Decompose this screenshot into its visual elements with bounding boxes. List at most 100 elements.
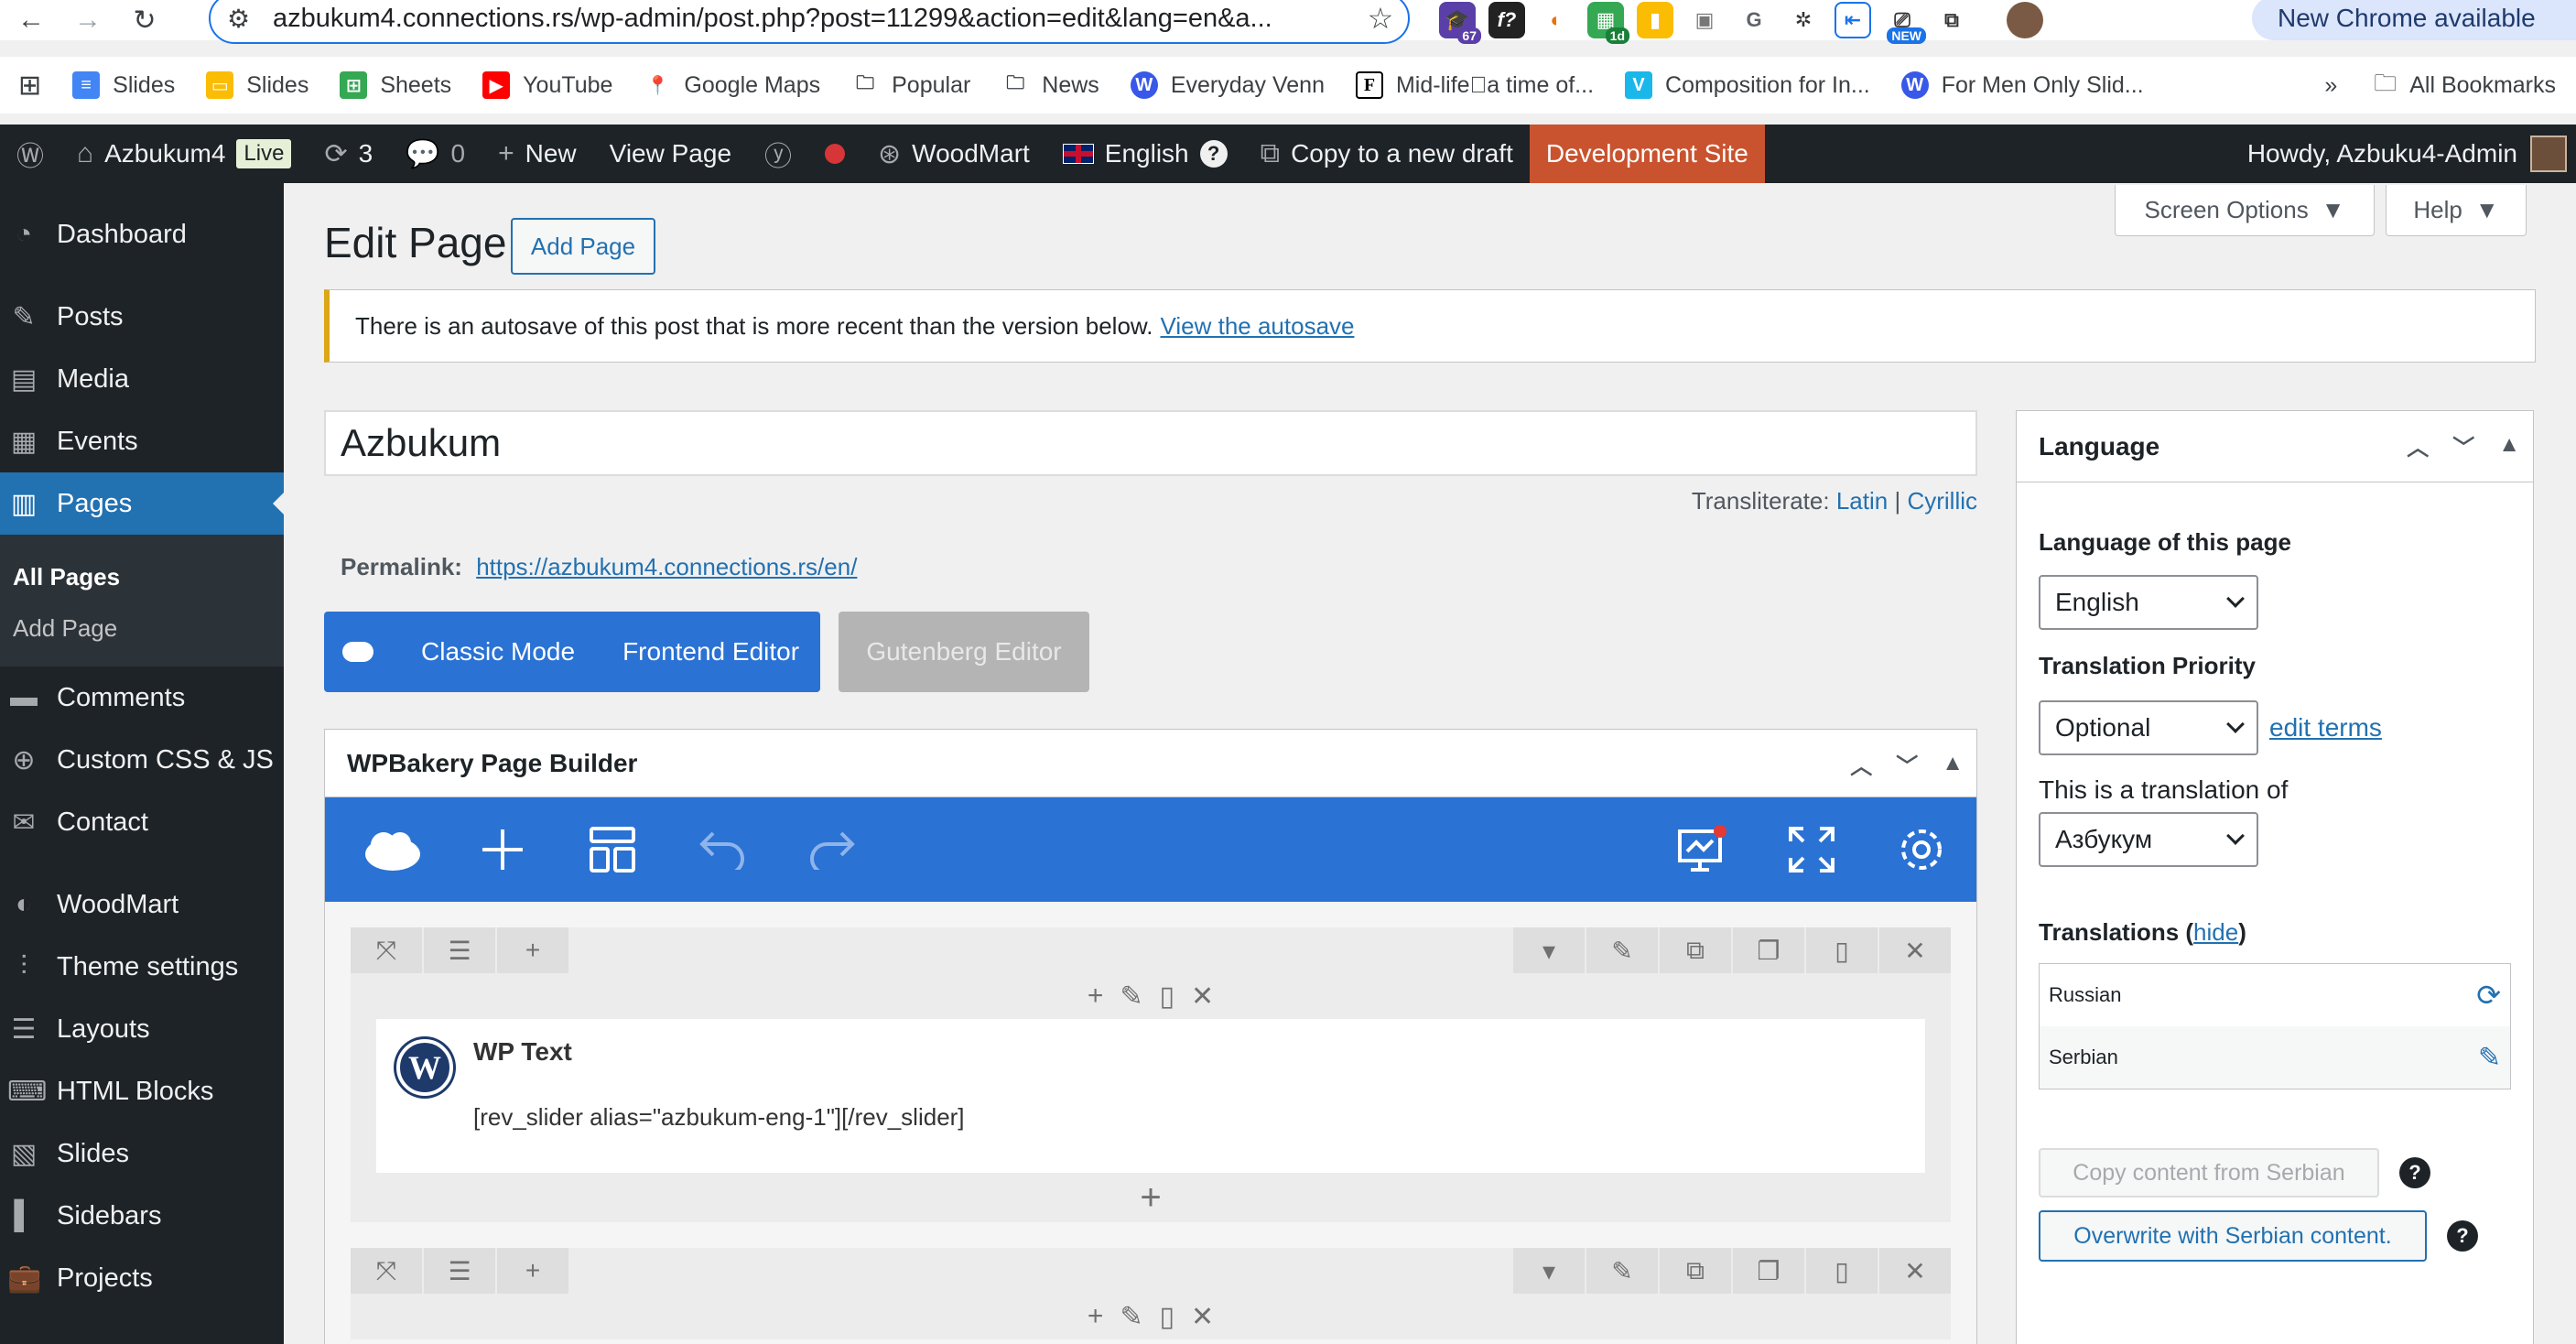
sidebar-item-projects[interactable]: 💼 Projects (0, 1247, 284, 1309)
column-edit-icon[interactable]: ✎ (1120, 1301, 1142, 1333)
all-bookmarks[interactable]: 🗀 All Bookmarks (2374, 66, 2556, 105)
extension-arrow-icon[interactable]: ⇤ (1835, 2, 1871, 38)
redo-icon[interactable] (796, 813, 869, 886)
sync-icon[interactable]: ⟳ (2476, 978, 2501, 1013)
address-bar[interactable]: ⚙ azbukum4.connections.rs/wp-admin/post.… (209, 0, 1410, 44)
column-add-icon[interactable]: + (1088, 1301, 1104, 1332)
bookmark-slides-2[interactable]: ▭ Slides (206, 71, 308, 99)
edit-pencil-icon[interactable]: ✎ (2478, 1042, 2501, 1074)
row-clone-icon[interactable]: ⧉ (1660, 1248, 1731, 1294)
my-account-menu[interactable]: Howdy, Azbuku4-Admin (2247, 125, 2567, 183)
column-paste-icon[interactable]: ▯ (1160, 1301, 1175, 1333)
move-up-icon[interactable]: ︿ (1850, 748, 1872, 780)
row-delete-icon[interactable]: ✕ (1879, 1248, 1951, 1294)
sidebar-item-comments[interactable]: ▬ Comments (0, 667, 284, 729)
transliterate-cyrillic-link[interactable]: Cyrillic (1907, 487, 1977, 515)
submenu-all-pages[interactable]: All Pages (0, 551, 284, 602)
submenu-add-page[interactable]: Add Page (0, 602, 284, 654)
bookmark-everyday-venn[interactable]: W Everyday Venn (1130, 71, 1325, 99)
help-button[interactable]: Help ▼ (2386, 185, 2527, 236)
overwrite-content-button[interactable]: Overwrite with Serbian content. (2039, 1210, 2427, 1262)
column-edit-icon[interactable]: ✎ (1120, 981, 1142, 1013)
sidebar-item-contact[interactable]: ✉ Contact (0, 791, 284, 853)
sidebar-item-slides[interactable]: ▧ Slides (0, 1122, 284, 1185)
add-element-below-icon[interactable]: + (351, 1173, 1951, 1222)
toggle-panel-icon[interactable]: ▲ (2498, 432, 2520, 458)
new-content-menu[interactable]: + New (482, 125, 593, 183)
yoast-menu[interactable]: ⓨ (748, 125, 808, 183)
sidebar-item-woodmart[interactable]: ◐ WoodMart (0, 873, 284, 936)
bookmark-mid-life[interactable]: F Mid-life a time of... (1355, 71, 1594, 99)
sidebar-item-layouts[interactable]: ☰ Layouts (0, 998, 284, 1060)
fullscreen-icon[interactable] (1775, 813, 1848, 886)
screen-options-button[interactable]: Screen Options ▼ (2115, 185, 2375, 236)
row-clone-icon[interactable]: ⧉ (1660, 927, 1731, 973)
bookmark-popular[interactable]: 🗀 Popular (851, 71, 970, 99)
bookmark-for-men-only[interactable]: W For Men Only Slid... (1900, 71, 2144, 99)
sidebar-item-sidebars[interactable]: ▌ Sidebars (0, 1185, 284, 1247)
move-down-icon[interactable]: ﹀ (2452, 429, 2474, 461)
translation-of-select[interactable]: Азбукум (2039, 812, 2258, 867)
add-page-button[interactable]: Add Page (511, 218, 655, 275)
column-paste-icon[interactable]: ▯ (1160, 981, 1175, 1013)
extension-grammarly-icon[interactable]: G (1736, 2, 1772, 38)
woodmart-menu[interactable]: ⊛ WoodMart (861, 125, 1046, 183)
row-add-column-icon[interactable]: + (497, 1248, 568, 1294)
add-element-icon[interactable] (466, 813, 539, 886)
forward-icon[interactable]: → (68, 2, 108, 38)
bookmark-youtube[interactable]: ▶ YouTube (482, 71, 612, 99)
row-add-column-icon[interactable]: + (497, 927, 568, 973)
bookmark-news[interactable]: 🗀 News (1001, 71, 1099, 99)
comments-menu[interactable]: 💬 0 (389, 125, 482, 183)
site-name-menu[interactable]: ⌂ Azbukum4 Live (60, 125, 308, 183)
column-delete-icon[interactable]: ✕ (1191, 981, 1214, 1013)
row-copy-icon[interactable]: ❐ (1733, 927, 1804, 973)
row-edit-icon[interactable]: ✎ (1586, 1248, 1658, 1294)
row-paste-icon[interactable]: ▯ (1806, 927, 1878, 973)
profile-avatar[interactable] (2007, 2, 2043, 38)
seo-analysis-icon[interactable] (1665, 813, 1738, 886)
sidebar-item-pages[interactable]: ▥ Pages (0, 472, 284, 535)
more-bookmarks-chevron[interactable]: » (2324, 72, 2337, 99)
help-icon[interactable]: ? (2399, 1157, 2430, 1188)
translation-priority-select[interactable]: Optional (2039, 700, 2258, 755)
view-page-link[interactable]: View Page (593, 125, 748, 183)
templates-icon[interactable] (576, 813, 649, 886)
sidebar-item-custom-css-js[interactable]: ⊕ Custom CSS & JS (0, 729, 284, 791)
row-layout-icon[interactable]: ☰ (424, 1248, 495, 1294)
bookmark-composition[interactable]: V Composition for In... (1625, 71, 1870, 99)
updates-menu[interactable]: ⟳ 3 (308, 125, 389, 183)
reload-icon[interactable]: ↻ (124, 2, 165, 38)
sidebar-item-theme-settings[interactable]: ⫶ Theme settings (0, 936, 284, 998)
bookmark-slides[interactable]: ≡ Slides (72, 71, 175, 99)
classic-mode-button[interactable]: Classic Mode (421, 637, 575, 667)
row-delete-icon[interactable]: ✕ (1879, 927, 1951, 973)
extension-circle-icon[interactable]: ◐ (1538, 2, 1575, 38)
extensions-puzzle-icon[interactable]: ⧉ (1933, 2, 1970, 38)
wp-text-element[interactable]: W WP Text [rev_slider alias="azbukum-eng… (376, 1019, 1925, 1173)
undo-icon[interactable] (686, 813, 759, 886)
copy-to-draft-link[interactable]: ⧉ Copy to a new draft (1244, 125, 1530, 183)
edit-terms-link[interactable]: edit terms (2269, 713, 2382, 742)
language-switcher-menu[interactable]: English ? (1046, 125, 1244, 183)
gutenberg-editor-button[interactable]: Gutenberg Editor (839, 612, 1089, 692)
sidebar-item-media[interactable]: ▤ Media (0, 348, 284, 410)
column-delete-icon[interactable]: ✕ (1191, 1301, 1214, 1333)
development-site-badge[interactable]: Development Site (1529, 125, 1765, 183)
row-drag-icon[interactable]: ⤧ (351, 927, 422, 973)
row-edit-icon[interactable]: ✎ (1586, 927, 1658, 973)
transliterate-latin-link[interactable]: Latin (1836, 487, 1888, 515)
row-copy-icon[interactable]: ❐ (1733, 1248, 1804, 1294)
extension-calendar-icon[interactable]: ▦ 1d (1587, 2, 1629, 44)
wp-logo-menu[interactable]: Ⓦ (0, 125, 60, 183)
sidebar-item-posts[interactable]: ✎ Posts (0, 286, 284, 348)
sidebar-item-events[interactable]: ▦ Events (0, 410, 284, 472)
help-icon[interactable]: ? (2447, 1220, 2478, 1252)
view-autosave-link[interactable]: View the autosave (1160, 312, 1354, 341)
bookmark-star-icon[interactable]: ☆ (1353, 1, 1408, 36)
bookmark-sheets[interactable]: ⊞ Sheets (340, 71, 451, 99)
back-icon[interactable]: ← (11, 2, 51, 38)
row-paste-icon[interactable]: ▯ (1806, 1248, 1878, 1294)
column-add-icon[interactable]: + (1088, 981, 1104, 1012)
settings-gear-icon[interactable] (1885, 813, 1958, 886)
